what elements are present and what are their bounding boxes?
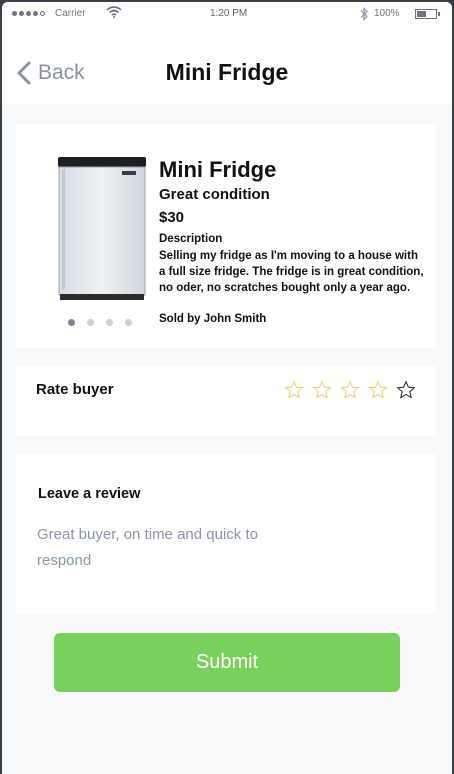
nav-bar: Back Mini Fridge: [2, 28, 452, 104]
battery-icon: [415, 9, 440, 19]
phone-screen: Carrier 1:20 PM 100% Back Mini Fridge Mi…: [2, 2, 452, 774]
review-input[interactable]: Great buyer, on time and quick to respon…: [37, 522, 287, 582]
leave-review-label: Leave a review: [38, 486, 141, 502]
review-card: Leave a review Great buyer, on time and …: [16, 454, 436, 614]
product-condition: Great condition: [159, 186, 270, 203]
star-icon[interactable]: [396, 380, 416, 400]
submit-button[interactable]: Submit: [54, 633, 400, 692]
signal-strength-icon: [12, 11, 45, 16]
carrier-label: Carrier: [55, 8, 86, 19]
rate-buyer-label: Rate buyer: [36, 381, 114, 398]
pager-dot[interactable]: [106, 319, 113, 326]
product-name: Mini Fridge: [159, 157, 277, 182]
pager-dot[interactable]: [125, 319, 132, 326]
pager-dot[interactable]: [68, 319, 75, 326]
description-label: Description: [159, 233, 223, 245]
product-image[interactable]: [58, 157, 146, 301]
status-time: 1:20 PM: [210, 8, 248, 19]
product-card: Mini Fridge Great condition $30 Descript…: [16, 124, 436, 348]
star-rating[interactable]: [284, 380, 416, 400]
product-price: $30: [159, 209, 185, 226]
image-pager[interactable]: [68, 319, 132, 326]
product-description: Selling my fridge as I'm moving to a hou…: [159, 250, 424, 294]
star-icon[interactable]: [340, 380, 360, 400]
seller-label: Sold by John Smith: [159, 313, 267, 325]
rating-card: Rate buyer: [16, 366, 436, 436]
star-icon[interactable]: [284, 380, 304, 400]
star-icon[interactable]: [312, 380, 332, 400]
pager-dot[interactable]: [87, 319, 94, 326]
status-bar: Carrier 1:20 PM 100%: [2, 2, 452, 28]
page-title: Mini Fridge: [165, 59, 289, 85]
bluetooth-icon: [359, 7, 369, 24]
star-icon[interactable]: [368, 380, 388, 400]
battery-percent: 100%: [374, 8, 400, 19]
wifi-icon: [106, 6, 122, 21]
